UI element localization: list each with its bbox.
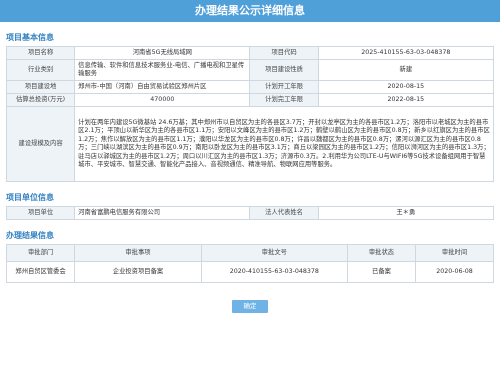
section-title-basic: 项目基本信息 [6,33,54,42]
table-row: 项目建设地 郑州市-中国（河南）自由贸易试验区郑州片区 计划开工年限 2020-… [5,80,495,94]
value-unit: 河南省富鹏电信服务有限公司 [74,206,251,220]
unit-info-section: 项目单位信息 项目单位 河南省富鹏电信服务有限公司 法人代表姓名 王＊勇 [5,192,495,220]
section-title-result: 办理结果信息 [6,231,54,240]
label-industry: 行业类别 [5,59,76,81]
window-title: 办理结果公示详细信息 [0,0,500,22]
label-build-nature: 项目建设性质 [249,59,319,81]
value-build-nature: 新建 [317,59,495,81]
table-row: 项目单位 河南省富鹏电信服务有限公司 法人代表姓名 王＊勇 [5,206,495,220]
result-table: 审批部门 审批事项 审批文号 审批状态 审批时间 郑州自贸区管委会 企业投资项目… [5,244,494,283]
value-legal-rep: 王＊勇 [317,206,495,220]
cell-time: 2020-06-08 [415,261,494,283]
label-plan-start: 计划开工年限 [249,80,319,94]
cell-doc-no: 2020-410155-63-03-048378 [200,261,348,283]
section-title-unit: 项目单位信息 [6,193,54,202]
label-location: 项目建设地 [5,80,76,94]
table-row: 郑州自贸区管委会 企业投资项目备案 2020-410155-63-03-0483… [5,261,494,283]
value-industry: 信息传输、软件和信息技术服务业-电信、广播电视和卫星传输服务 [74,59,251,81]
table-row: 行业类别 信息传输、软件和信息技术服务业-电信、广播电视和卫星传输服务 项目建设… [5,59,495,81]
value-location: 郑州市-中国（河南）自由贸易试验区郑州片区 [74,80,251,94]
label-scale: 建设规模及内容 [5,106,76,182]
cell-dept: 郑州自贸区管委会 [5,261,76,283]
unit-info-table: 项目单位 河南省富鹏电信服务有限公司 法人代表姓名 王＊勇 [5,206,495,220]
table-row: 估算总投资(万元) 470000 计划完工年限 2022-08-15 [5,93,495,107]
value-investment: 470000 [74,93,251,107]
basic-info-table: 项目名称 河南省5G无线局域网 项目代码 2025-410155-63-03-0… [5,46,495,182]
cell-item: 企业投资项目备案 [74,261,202,283]
result-info-section: 办理结果信息 审批部门 审批事项 审批文号 审批状态 审批时间 郑州自贸区管委会… [5,230,494,283]
table-row: 建设规模及内容 计划在两年内建设5G微基站 24.6万基；其中郑州市以自贸区为主… [5,106,494,182]
ok-button[interactable]: 确定 [232,300,268,313]
value-project-code: 2025-410155-63-03-048378 [317,46,495,60]
header-item: 审批事项 [74,244,202,262]
label-investment: 估算总投资(万元) [5,93,76,107]
value-plan-end: 2022-08-15 [317,93,495,107]
label-legal-rep: 法人代表姓名 [249,206,319,220]
cell-status: 已备案 [346,261,417,283]
header-status: 审批状态 [346,244,417,262]
basic-info-section: 项目基本信息 项目名称 河南省5G无线局域网 项目代码 2025-410155-… [5,32,495,182]
value-plan-start: 2020-08-15 [317,80,495,94]
button-bar: 确定 [0,293,500,313]
table-row: 项目名称 河南省5G无线局域网 项目代码 2025-410155-63-03-0… [5,46,495,60]
value-project-name: 河南省5G无线局域网 [74,46,251,60]
header-time: 审批时间 [415,244,494,262]
label-unit: 项目单位 [5,206,76,220]
label-project-code: 项目代码 [249,46,319,60]
header-dept: 审批部门 [5,244,76,262]
label-plan-end: 计划完工年限 [249,93,319,107]
table-header-row: 审批部门 审批事项 审批文号 审批状态 审批时间 [5,244,494,262]
header-doc-no: 审批文号 [200,244,348,262]
label-project-name: 项目名称 [5,46,76,60]
value-scale: 计划在两年内建设5G微基站 24.6万基；其中郑州市以自贸区为主的各县区3.7万… [74,106,494,182]
